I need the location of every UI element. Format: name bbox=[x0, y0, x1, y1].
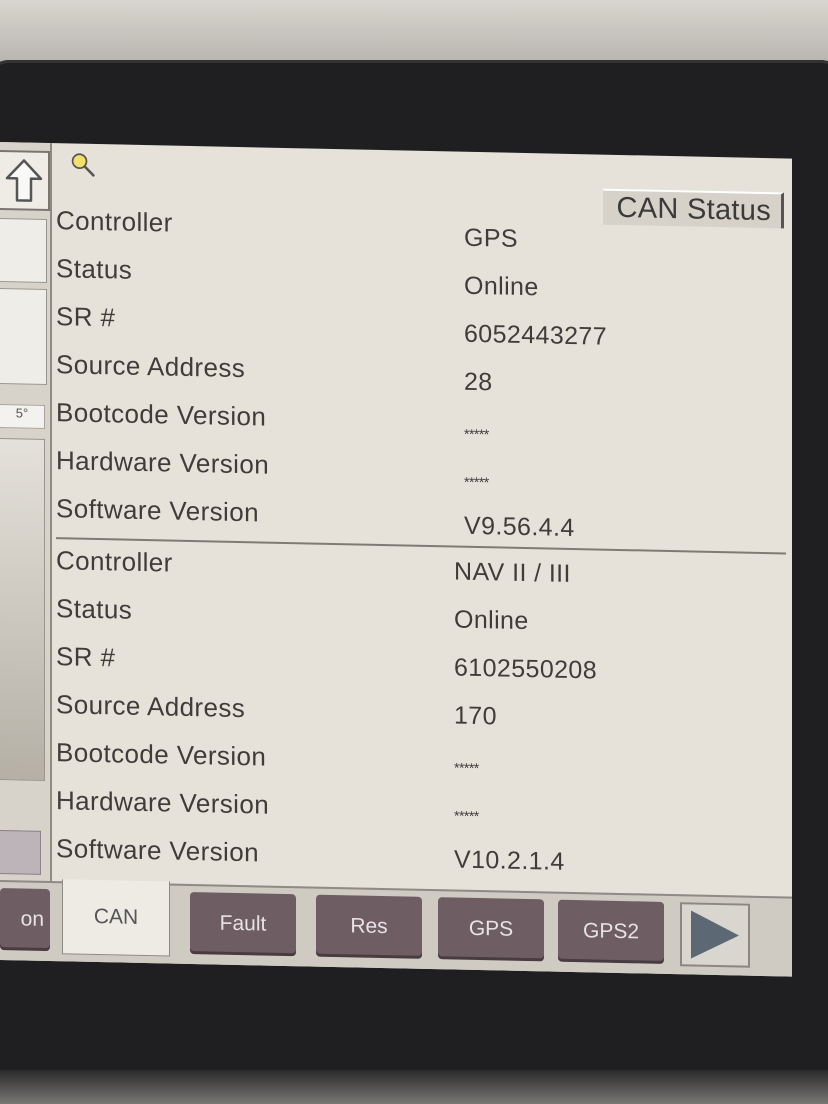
row-label: Bootcode Version bbox=[56, 397, 267, 432]
row-value: NAV II / III bbox=[454, 557, 571, 588]
row-value: ***** bbox=[454, 759, 479, 777]
left-panel-button[interactable] bbox=[0, 830, 41, 875]
row-value: 28 bbox=[464, 367, 493, 397]
tab-res[interactable]: Res bbox=[316, 894, 422, 959]
controller-group-gps: Controller GPS Status Online SR # 605244… bbox=[56, 199, 786, 550]
next-tab-button[interactable] bbox=[680, 902, 750, 968]
row-label: Software Version bbox=[56, 833, 259, 868]
row-label: Bootcode Version bbox=[56, 737, 267, 772]
next-arrow-icon bbox=[691, 910, 739, 960]
tab-bar: on CAN Fault Res GPS GPS2 bbox=[0, 879, 792, 977]
left-panel-angle: 5° bbox=[0, 404, 45, 429]
up-button[interactable] bbox=[0, 150, 50, 212]
row-value: 6102550208 bbox=[454, 653, 598, 685]
tab-fault[interactable]: Fault bbox=[190, 891, 296, 957]
row-label: Controller bbox=[56, 545, 173, 578]
row-value: GPS bbox=[464, 223, 518, 253]
row-value: Online bbox=[464, 271, 539, 302]
row-value: V9.56.4.4 bbox=[464, 511, 575, 543]
tab-partial[interactable]: on bbox=[0, 888, 50, 952]
row-label: Source Address bbox=[56, 349, 246, 384]
row-value: ***** bbox=[454, 807, 479, 825]
row-label: Status bbox=[56, 593, 133, 625]
tab-gps2[interactable]: GPS2 bbox=[558, 899, 664, 964]
row-label: Software Version bbox=[56, 493, 259, 528]
display-screen: 5° CAN Status Controller GPS Status Onli… bbox=[0, 142, 792, 977]
controller-group-nav: Controller NAV II / III Status Online SR… bbox=[56, 539, 786, 890]
row-label: Status bbox=[56, 253, 133, 285]
row-label: SR # bbox=[56, 641, 116, 673]
left-panel-map[interactable] bbox=[0, 438, 45, 781]
row-value: ***** bbox=[464, 425, 489, 443]
row-label: SR # bbox=[56, 301, 116, 333]
magnifier-icon bbox=[70, 151, 96, 178]
background-floor bbox=[0, 1070, 828, 1104]
left-panel-box[interactable] bbox=[0, 218, 47, 283]
row-value: ***** bbox=[464, 473, 489, 491]
tab-gps[interactable]: GPS bbox=[438, 897, 544, 962]
left-panel-box[interactable] bbox=[0, 288, 47, 385]
left-panel: 5° bbox=[0, 142, 52, 884]
row-label: Source Address bbox=[56, 689, 246, 724]
row-label: Controller bbox=[56, 205, 173, 238]
row-label: Hardware Version bbox=[56, 445, 270, 480]
row-value: V10.2.1.4 bbox=[454, 845, 565, 876]
row-value: 170 bbox=[454, 701, 497, 731]
row-value: Online bbox=[454, 605, 529, 636]
controller-table: Controller GPS Status Online SR # 605244… bbox=[56, 199, 786, 894]
row-label: Hardware Version bbox=[56, 785, 270, 820]
tab-can[interactable]: CAN bbox=[62, 879, 170, 957]
up-arrow-icon bbox=[5, 159, 43, 202]
row-value: 6052443277 bbox=[464, 319, 608, 351]
